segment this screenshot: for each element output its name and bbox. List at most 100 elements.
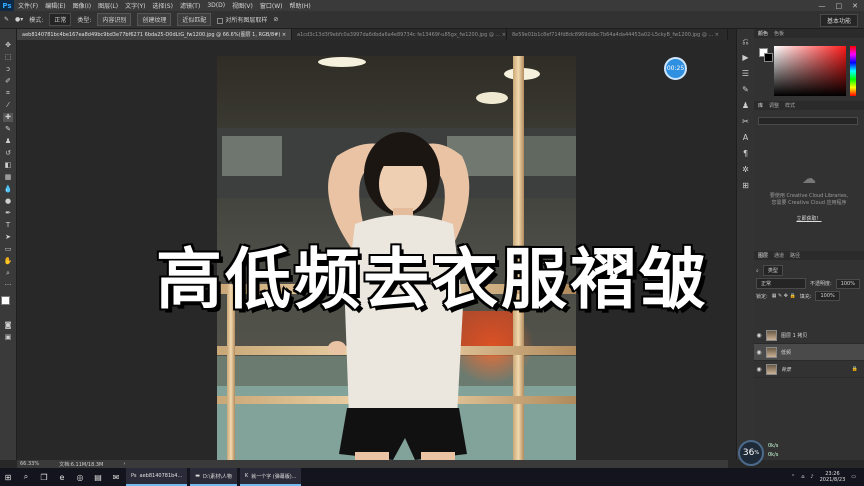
brush-tool-icon[interactable]: ✎ bbox=[3, 125, 13, 134]
workspace-select[interactable]: 基本功能 bbox=[819, 14, 858, 27]
tab-color[interactable]: 颜色 bbox=[758, 30, 768, 37]
spot-healing-brush-icon[interactable]: ✎ bbox=[4, 16, 9, 23]
layer-row-background[interactable]: ◉ 背景 🔒 bbox=[754, 361, 864, 378]
zoom-level[interactable]: 66.33% bbox=[20, 461, 39, 467]
eye-icon[interactable]: ◉ bbox=[754, 349, 764, 356]
layer-name[interactable]: 低频 bbox=[781, 349, 791, 356]
quick-select-tool-icon[interactable]: ✐ bbox=[3, 77, 13, 86]
mode-select[interactable]: 正常 bbox=[49, 13, 72, 26]
status-menu-arrow[interactable]: › bbox=[123, 461, 125, 467]
layer-row-low-frequency[interactable]: ◉ 低频 bbox=[754, 344, 864, 361]
lock-icons[interactable]: ▦ ✎ ✥ 🔒 bbox=[772, 293, 796, 299]
taskbar-photoshop[interactable]: Ps aeb8140781b4... bbox=[126, 468, 188, 486]
tool-presets-icon[interactable]: ✂ bbox=[741, 117, 751, 127]
get-cc-link[interactable]: 立即获取！ bbox=[754, 215, 864, 222]
pressure-icon[interactable]: ⊘ bbox=[273, 16, 278, 23]
tab-styles[interactable]: 样式 bbox=[785, 102, 795, 109]
menu-select[interactable]: 选择(S) bbox=[152, 1, 173, 10]
library-select[interactable] bbox=[758, 117, 858, 125]
quick-mask-icon[interactable]: ◙ bbox=[3, 321, 13, 330]
panel-background-swatch[interactable] bbox=[764, 53, 773, 62]
edge-browser-icon[interactable]: e bbox=[54, 469, 70, 485]
eraser-tool-icon[interactable]: ◧ bbox=[3, 161, 13, 170]
layer-filter-select[interactable]: 类型 bbox=[762, 265, 783, 276]
app-icon[interactable]: ✉ bbox=[108, 469, 124, 485]
clone-stamp-tool-icon[interactable]: ♟ bbox=[3, 137, 13, 146]
menu-image[interactable]: 图像(I) bbox=[73, 1, 91, 10]
lasso-tool-icon[interactable]: ↄ bbox=[3, 65, 13, 74]
notification-icon[interactable]: ▭ bbox=[851, 474, 856, 480]
color-field[interactable] bbox=[774, 46, 846, 96]
minimize-button[interactable]: — bbox=[819, 2, 826, 10]
screen-mode-icon[interactable]: ▣ bbox=[3, 333, 13, 342]
fill-label: 填充: bbox=[799, 293, 812, 300]
maximize-button[interactable]: □ bbox=[836, 2, 843, 10]
brush-preset-picker[interactable]: ●▾ bbox=[15, 16, 23, 23]
windows-start-icon[interactable]: ⊞ bbox=[0, 469, 16, 485]
content-aware-button[interactable]: 内容识别 bbox=[97, 13, 132, 26]
task-view-icon[interactable]: ❐ bbox=[36, 469, 52, 485]
menu-3d[interactable]: 3D(D) bbox=[207, 2, 225, 9]
create-texture-button[interactable]: 创建纹理 bbox=[137, 13, 172, 26]
blend-mode-select[interactable]: 正常 bbox=[756, 278, 806, 289]
eye-icon[interactable]: ◉ bbox=[754, 366, 764, 373]
tab-swatches[interactable]: 色板 bbox=[774, 30, 784, 37]
tab-layers[interactable]: 图层 bbox=[758, 252, 768, 259]
history-brush-tool-icon[interactable]: ↺ bbox=[3, 149, 13, 158]
volume-icon[interactable]: ♪ bbox=[810, 474, 813, 480]
paragraph-panel-icon[interactable]: ¶ bbox=[741, 149, 751, 159]
actions-panel-icon[interactable]: ▶ bbox=[741, 53, 751, 63]
tab-document-1[interactable]: aeb8140781bc4be167ea8d49bc9bd3e77bf6271 … bbox=[17, 29, 292, 40]
file-explorer-icon[interactable]: ▤ bbox=[90, 469, 106, 485]
menu-file[interactable]: 文件(F) bbox=[18, 1, 38, 10]
crop-tool-icon[interactable]: ⌗ bbox=[3, 89, 13, 98]
tab-adjustments[interactable]: 调整 bbox=[769, 102, 779, 109]
layer-name[interactable]: 背景 bbox=[781, 366, 791, 373]
sample-all-layers-checkbox[interactable]: 对所有图层取样 bbox=[217, 15, 267, 24]
pen-tool-icon[interactable]: ✒ bbox=[3, 209, 13, 218]
menu-filter[interactable]: 滤镜(T) bbox=[180, 1, 200, 10]
taskbar-video[interactable]: K 就一个字 (弹幕版)... bbox=[239, 468, 302, 486]
system-clock[interactable]: 23:26 2021/8/23 bbox=[820, 471, 846, 483]
tray-chevron-icon[interactable]: ⌃ bbox=[791, 474, 795, 480]
search-icon[interactable]: ⌕ bbox=[18, 469, 34, 485]
marquee-tool-icon[interactable]: ⬚ bbox=[3, 53, 13, 62]
move-tool-icon[interactable]: ✥ bbox=[3, 41, 13, 50]
gradient-tool-icon[interactable]: ▦ bbox=[3, 173, 13, 182]
tab-channels[interactable]: 通道 bbox=[774, 252, 784, 259]
healing-brush-tool-icon[interactable]: ✚ bbox=[3, 113, 13, 122]
blur-tool-icon[interactable]: 💧 bbox=[3, 185, 13, 194]
layer-name[interactable]: 图层 1 拷贝 bbox=[781, 332, 807, 339]
layer-row-copy[interactable]: ◉ 图层 1 拷贝 bbox=[754, 327, 864, 344]
opacity-input[interactable]: 100% bbox=[835, 278, 860, 289]
chrome-icon[interactable]: ◎ bbox=[72, 469, 88, 485]
tab-document-3[interactable]: 8e59e01b1c8ef714fd8dc8969ddbc7b64a4da444… bbox=[507, 29, 728, 40]
hue-slider[interactable] bbox=[850, 46, 856, 96]
clone-source-icon[interactable]: ♟ bbox=[741, 101, 751, 111]
close-button[interactable]: ✕ bbox=[852, 2, 858, 10]
network-icon[interactable]: ⌂ bbox=[801, 474, 804, 480]
tab-document-2[interactable]: a1cd3c13d3f9ebfc0a3997da6dbda6a4e89734c … bbox=[292, 29, 507, 40]
taskbar-folder[interactable]: ▬ D:\素材\人物 bbox=[190, 468, 237, 486]
eyedropper-tool-icon[interactable]: ⁄ bbox=[3, 101, 13, 110]
menu-window[interactable]: 窗口(W) bbox=[260, 1, 283, 10]
history-panel-icon[interactable]: ⎌ bbox=[741, 37, 751, 47]
menu-type[interactable]: 文字(Y) bbox=[125, 1, 145, 10]
properties-panel-icon[interactable]: ☰ bbox=[741, 69, 751, 79]
brush-panel-icon[interactable]: ✎ bbox=[741, 85, 751, 95]
menu-help[interactable]: 帮助(H) bbox=[290, 1, 311, 10]
menu-edit[interactable]: 编辑(E) bbox=[45, 1, 65, 10]
menu-layer[interactable]: 图层(L) bbox=[98, 1, 118, 10]
system-monitor-widget[interactable]: 36% bbox=[738, 440, 764, 466]
character-panel-icon[interactable]: A bbox=[741, 133, 751, 143]
measurement-icon[interactable]: ⊞ bbox=[741, 181, 751, 191]
tab-libraries[interactable]: 库 bbox=[758, 102, 763, 109]
3d-panel-icon[interactable]: ✲ bbox=[741, 165, 751, 175]
menu-view[interactable]: 视图(V) bbox=[232, 1, 253, 10]
dodge-tool-icon[interactable]: ● bbox=[3, 197, 13, 206]
tab-paths[interactable]: 路径 bbox=[790, 252, 800, 259]
eye-icon[interactable]: ◉ bbox=[754, 332, 764, 339]
proximity-match-button[interactable]: 近似匹配 bbox=[177, 13, 212, 26]
fill-input[interactable]: 100% bbox=[815, 291, 840, 301]
lock-label: 锁定: bbox=[756, 293, 768, 300]
